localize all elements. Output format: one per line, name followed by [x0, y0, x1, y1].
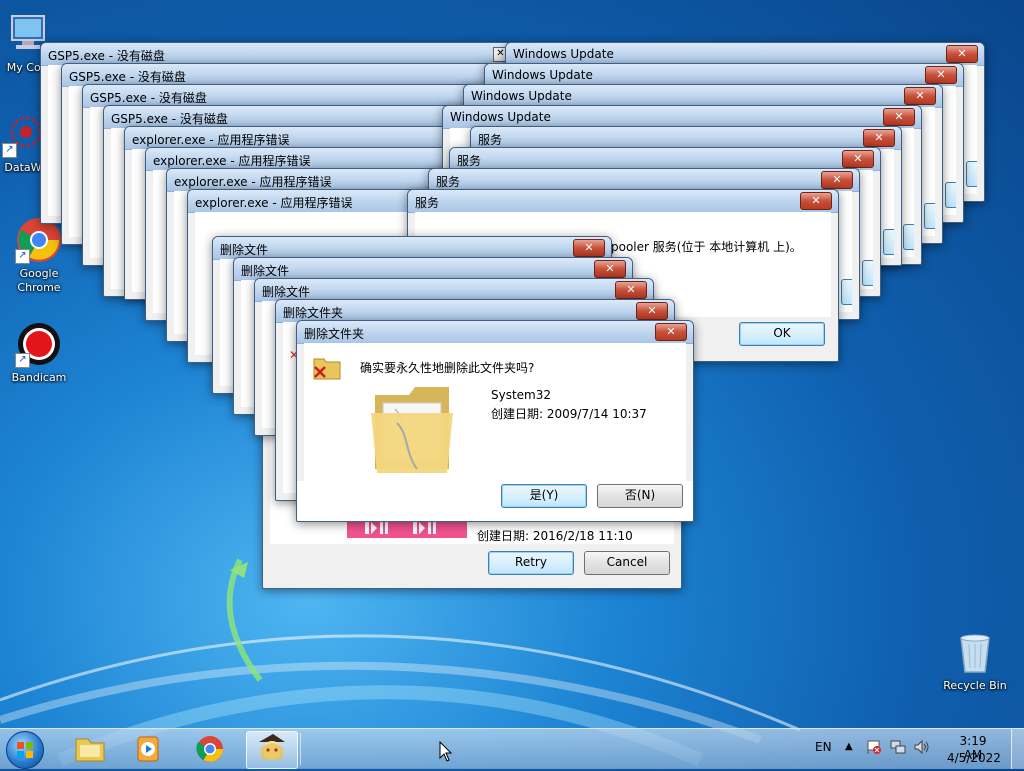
window-title: 服务: [457, 154, 482, 168]
created-date: 创建日期: 2009/7/14 10:37: [491, 407, 647, 421]
shortcut-arrow-icon: ↗: [15, 353, 30, 368]
start-button[interactable]: [6, 731, 44, 769]
window-title: 删除文件: [220, 243, 269, 257]
close-icon[interactable]: ✕: [636, 302, 668, 320]
retry-button[interactable]: Retry: [488, 551, 574, 575]
windows-logo-icon: [17, 742, 33, 758]
ok-button[interactable]: [841, 279, 852, 305]
confirm-question: 确实要永久性地删除此文件夹吗?: [360, 361, 535, 375]
yes-button[interactable]: 是(Y): [501, 484, 587, 508]
ok-button[interactable]: [862, 260, 873, 286]
close-icon[interactable]: ✕: [946, 45, 978, 63]
window-title: 服务: [436, 175, 461, 189]
window-title: Windows Update: [513, 47, 614, 61]
language-indicator[interactable]: EN: [815, 740, 832, 754]
show-desktop-button[interactable]: [1011, 729, 1024, 769]
delete-folder-icon: [312, 355, 342, 381]
close-icon[interactable]: ✕: [615, 281, 647, 299]
window-title: explorer.exe - 应用程序错误: [153, 154, 311, 168]
folder-icon: [369, 383, 459, 475]
ok-button[interactable]: [945, 182, 956, 208]
window-title: Windows Update: [450, 110, 551, 124]
no-button[interactable]: 否(N): [597, 484, 683, 508]
taskbar-separator: [300, 733, 301, 765]
show-hidden-icons-icon[interactable]: ▲: [845, 741, 853, 752]
window-title: Windows Update: [471, 89, 572, 103]
ok-button[interactable]: [924, 203, 935, 229]
window-title: explorer.exe - 应用程序错误: [195, 196, 353, 210]
recycle-bin-icon[interactable]: Recycle Bin: [938, 628, 1012, 693]
created-date: 创建日期: 2016/2/18 11:10: [477, 529, 633, 543]
shortcut-arrow-icon: ↗: [2, 143, 17, 158]
close-icon[interactable]: ✕: [594, 260, 626, 278]
network-icon[interactable]: [890, 739, 906, 758]
window-title: GSP5.exe - 没有磁盘: [48, 49, 165, 63]
chrome-icon[interactable]: [184, 731, 236, 767]
desktop-icon-label: Bandicam: [11, 371, 67, 384]
title-bar[interactable]: 服务 ✕: [408, 190, 838, 213]
window-title: 删除文件夹: [283, 306, 344, 320]
window-title: 删除文件: [262, 285, 311, 299]
mouse-cursor-icon: [439, 741, 453, 762]
flag-icon[interactable]: [866, 739, 882, 758]
window-title: GSP5.exe - 没有磁盘: [69, 70, 186, 84]
bandicam-logo-icon: ↗: [15, 320, 63, 368]
close-icon[interactable]: ✕: [655, 323, 687, 341]
desktop-icon-label: Google Chrome: [17, 267, 61, 294]
close-icon[interactable]: ✕: [800, 192, 832, 210]
taskbar: EN ▲ 3:19 AM 4/5/2022: [0, 728, 1024, 769]
close-icon[interactable]: ✕: [883, 108, 915, 126]
folder-name: System32: [491, 388, 552, 402]
media-player-icon[interactable]: [122, 731, 174, 767]
close-icon[interactable]: ✕: [573, 239, 605, 257]
ok-button[interactable]: OK: [739, 322, 825, 346]
bandicam-icon[interactable]: ↗ Bandicam: [2, 320, 76, 385]
ok-button[interactable]: [883, 229, 894, 255]
window-title: Windows Update: [492, 68, 593, 82]
clock-date[interactable]: 4/5/2022: [947, 751, 1001, 765]
ok-button[interactable]: [903, 224, 914, 250]
window-title: 删除文件夹: [304, 327, 365, 341]
close-icon[interactable]: ✕: [904, 87, 936, 105]
close-icon[interactable]: ✕: [863, 129, 895, 147]
close-icon[interactable]: ✕: [821, 171, 853, 189]
close-icon[interactable]: ✕: [925, 66, 957, 84]
window-title: explorer.exe - 应用程序错误: [174, 175, 332, 189]
windows-explorer-icon[interactable]: [64, 731, 116, 767]
delete-folder-dialog-front[interactable]: 删除文件夹 ✕ 确实要永久性地删除此文件夹吗? System32 创建日期: 2…: [296, 320, 694, 522]
desktop-icon-label: Recycle Bin: [943, 679, 1007, 692]
volume-icon[interactable]: [913, 739, 931, 758]
shortcut-arrow-icon: ↗: [15, 249, 30, 264]
close-icon[interactable]: ✕: [842, 150, 874, 168]
window-title: explorer.exe - 应用程序错误: [132, 133, 290, 147]
window-title: 删除文件: [241, 264, 290, 278]
window-title: GSP5.exe - 没有磁盘: [90, 91, 207, 105]
ok-button[interactable]: [966, 161, 977, 187]
window-title: 服务: [478, 133, 503, 147]
cancel-button[interactable]: Cancel: [584, 551, 670, 575]
touhou-app-icon[interactable]: [246, 731, 298, 769]
service-message: pooler 服务(位于 本地计算机 上)。: [611, 240, 802, 254]
trash-icon: [951, 628, 999, 676]
window-title: 服务: [415, 196, 440, 210]
window-title: GSP5.exe - 没有磁盘: [111, 112, 228, 126]
title-bar[interactable]: 删除文件夹 ✕: [297, 321, 693, 344]
